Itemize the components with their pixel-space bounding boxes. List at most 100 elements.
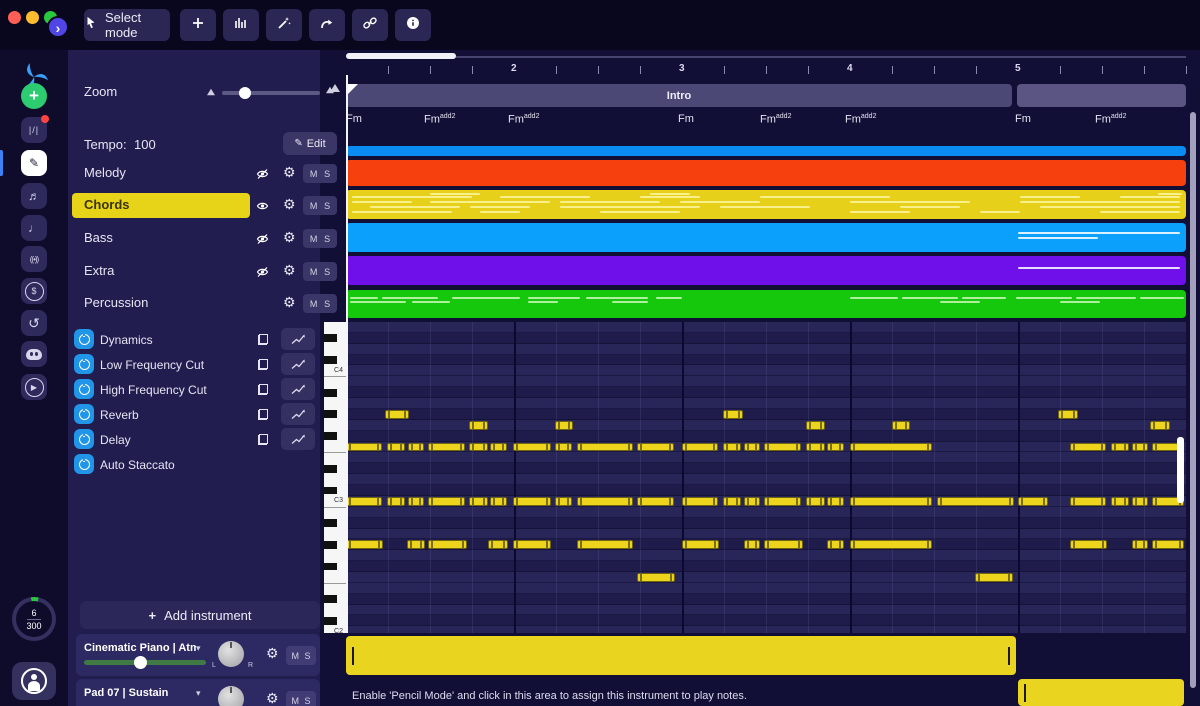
black-key[interactable] <box>324 519 337 528</box>
radio-button[interactable]: ((•)) <box>21 246 47 272</box>
history-button[interactable]: ↺ <box>21 310 47 336</box>
track-row-percussion[interactable]: Percussion ⚙ M S <box>68 290 337 317</box>
track-settings-gear-icon[interactable]: ⚙ <box>283 230 296 244</box>
discord-button[interactable] <box>21 341 47 367</box>
piano-roll-grid[interactable] <box>346 322 1186 633</box>
link-button[interactable] <box>352 9 388 41</box>
track-row-melody[interactable]: Melody ⚙ M S <box>68 160 337 187</box>
solo-button[interactable]: S <box>304 651 310 661</box>
midi-note[interactable] <box>490 442 507 452</box>
black-key[interactable] <box>324 356 337 364</box>
mute-button[interactable]: M <box>310 267 318 277</box>
midi-note[interactable] <box>513 540 551 550</box>
power-toggle[interactable] <box>74 354 94 374</box>
automation-curve-button[interactable] <box>281 328 315 350</box>
midi-note[interactable] <box>723 409 743 419</box>
region-handle[interactable] <box>1024 683 1026 702</box>
instrument-assign-region-0[interactable] <box>346 636 1016 675</box>
midi-note[interactable] <box>488 540 508 550</box>
midi-note[interactable] <box>744 442 760 452</box>
midi-note[interactable] <box>555 496 572 506</box>
black-key[interactable] <box>324 464 337 473</box>
track-settings-gear-icon[interactable]: ⚙ <box>283 263 296 277</box>
midi-note[interactable] <box>1111 442 1129 452</box>
power-toggle[interactable] <box>74 404 94 424</box>
midi-note[interactable] <box>827 496 844 506</box>
midi-note[interactable] <box>428 540 467 550</box>
chevron-down-icon[interactable]: ▾ <box>196 688 201 699</box>
pan-knob[interactable] <box>218 686 244 706</box>
pianoroll-button[interactable]: |/| <box>21 115 49 143</box>
select-mode-button[interactable]: Select mode <box>84 9 170 41</box>
midi-note[interactable] <box>577 442 633 452</box>
wand-button[interactable] <box>266 9 302 41</box>
midi-note[interactable] <box>806 496 825 506</box>
midi-note[interactable] <box>1018 496 1048 506</box>
plus-button[interactable] <box>180 9 216 41</box>
channel-settings-gear-icon[interactable]: ⚙ <box>266 646 279 660</box>
account-button[interactable] <box>12 662 56 700</box>
volume-slider-thumb[interactable] <box>134 656 147 669</box>
visibility-eye-off-icon[interactable] <box>256 265 269 283</box>
section-pill[interactable] <box>1017 84 1186 107</box>
zoom-slider-thumb[interactable] <box>239 87 251 99</box>
midi-note[interactable] <box>637 496 674 506</box>
tutorials-button[interactable]: ▶ <box>21 374 47 400</box>
region-bass[interactable] <box>346 223 1186 252</box>
automation-curve-button[interactable] <box>281 403 315 425</box>
window-close-button[interactable] <box>8 11 21 24</box>
collapse-sidebar-button[interactable]: › <box>47 16 69 38</box>
midi-note[interactable] <box>1070 496 1106 506</box>
chevron-down-icon[interactable]: ▾ <box>196 643 201 654</box>
midi-note[interactable] <box>827 442 844 452</box>
midi-note[interactable] <box>428 496 465 506</box>
copy-icon[interactable] <box>258 384 268 395</box>
black-key[interactable] <box>324 595 337 604</box>
midi-note[interactable] <box>764 442 801 452</box>
equalizer-button[interactable] <box>223 9 259 41</box>
channel-settings-gear-icon[interactable]: ⚙ <box>266 691 279 705</box>
power-toggle[interactable] <box>74 379 94 399</box>
copy-icon[interactable] <box>258 359 268 370</box>
region-chords[interactable] <box>346 190 1186 219</box>
pan-knob[interactable] <box>218 641 244 667</box>
visibility-eye-off-icon[interactable] <box>256 232 269 250</box>
midi-note[interactable] <box>428 442 465 452</box>
playhead-flag[interactable] <box>348 84 358 94</box>
midi-note[interactable] <box>1070 442 1106 452</box>
midi-note[interactable] <box>637 573 675 582</box>
region-handle[interactable] <box>1008 646 1010 665</box>
midi-note[interactable] <box>1111 496 1129 506</box>
midi-note[interactable] <box>387 496 405 506</box>
black-key[interactable] <box>324 562 337 571</box>
region-percussion[interactable] <box>346 290 1186 318</box>
midi-note[interactable] <box>513 442 551 452</box>
midi-note[interactable] <box>490 496 507 506</box>
track-row-chords[interactable]: Chords ⚙ M S <box>68 192 337 219</box>
solo-button[interactable]: S <box>324 169 330 179</box>
arrangement-vscrollbar-thumb[interactable] <box>1190 112 1196 688</box>
midi-note[interactable] <box>555 420 573 430</box>
midi-note[interactable] <box>827 540 844 550</box>
midi-note[interactable] <box>1132 442 1148 452</box>
midi-note[interactable] <box>513 496 551 506</box>
mute-button[interactable]: M <box>291 696 299 706</box>
midi-note[interactable] <box>408 496 424 506</box>
mute-button[interactable]: M <box>310 201 318 211</box>
create-button[interactable]: + <box>21 83 47 109</box>
section-pill-intro[interactable]: Intro <box>346 84 1012 107</box>
midi-note[interactable] <box>577 496 633 506</box>
power-toggle[interactable] <box>74 454 94 474</box>
midi-note[interactable] <box>723 496 741 506</box>
track-settings-gear-icon[interactable]: ⚙ <box>283 295 296 309</box>
instrument-select[interactable]: Pad 07 | Sustain <box>84 687 168 699</box>
black-key[interactable] <box>324 616 337 625</box>
window-minimize-button[interactable] <box>26 11 39 24</box>
midi-note[interactable] <box>1058 409 1078 419</box>
midi-note[interactable] <box>469 496 488 506</box>
midi-note[interactable] <box>346 496 382 506</box>
power-toggle[interactable] <box>74 329 94 349</box>
midi-note[interactable] <box>469 420 488 430</box>
mute-button[interactable]: M <box>291 651 299 661</box>
region-handle[interactable] <box>352 646 354 665</box>
